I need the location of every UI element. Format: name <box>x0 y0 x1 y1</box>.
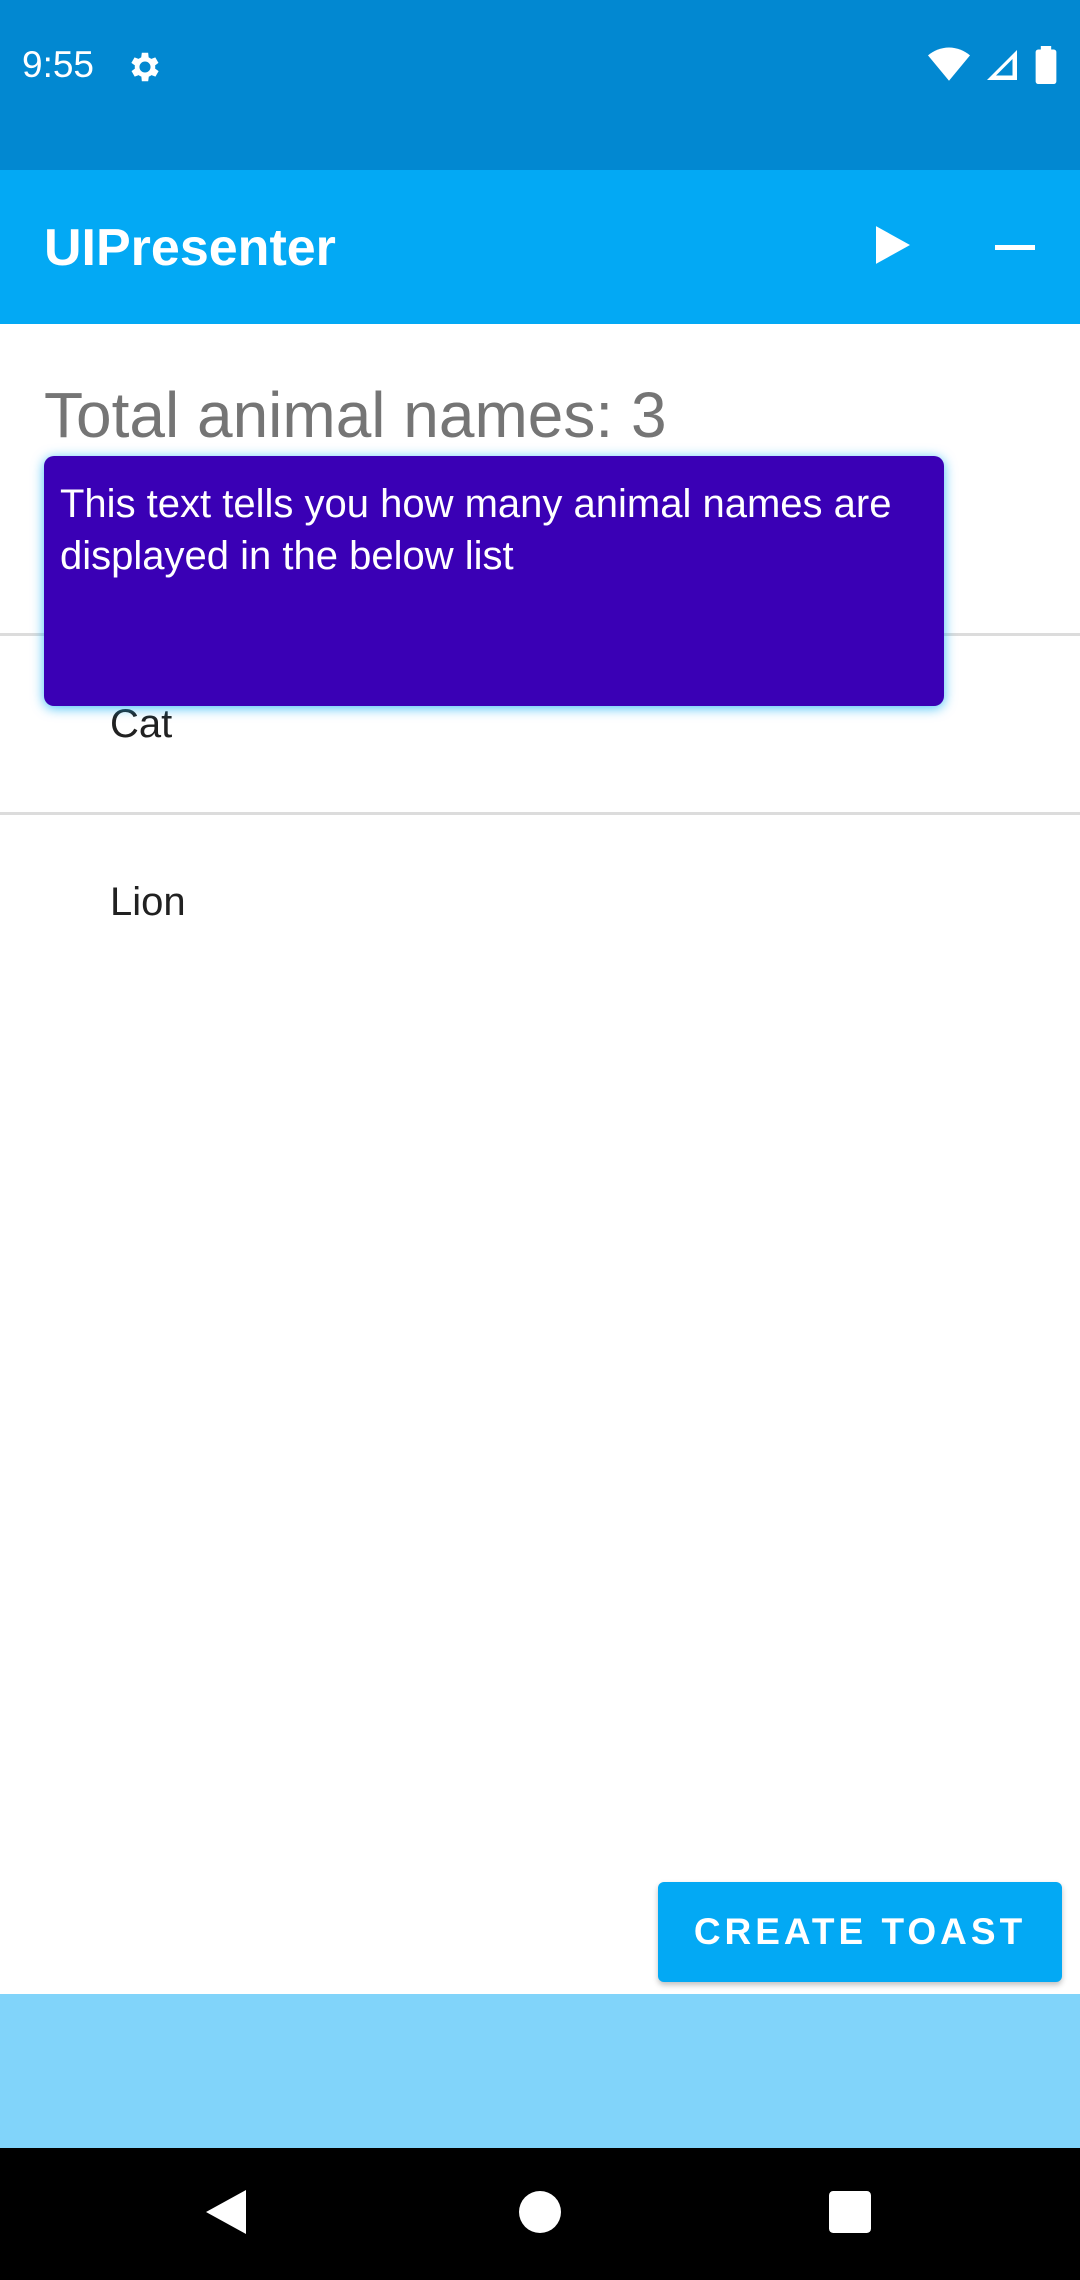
minus-button[interactable] <box>980 212 1050 282</box>
battery-icon <box>1034 46 1058 89</box>
list-item[interactable]: Lion <box>110 880 186 925</box>
home-icon <box>519 2190 561 2238</box>
minus-icon <box>995 238 1035 256</box>
status-time: 9:55 <box>22 44 95 85</box>
tooltip: This text tells you how many animal name… <box>44 456 944 706</box>
gear-icon <box>126 48 164 86</box>
status-icons <box>928 46 1058 89</box>
bottom-panel <box>0 1994 1080 2148</box>
recents-button[interactable] <box>814 2178 886 2250</box>
play-button[interactable] <box>858 212 928 282</box>
navigation-bar <box>0 2148 1080 2280</box>
recents-icon <box>829 2190 871 2238</box>
play-icon <box>876 225 910 269</box>
list-divider <box>0 812 1080 815</box>
total-count-label: Total animal names: 3 <box>44 379 667 451</box>
back-icon <box>206 2189 246 2239</box>
back-button[interactable] <box>190 2178 262 2250</box>
list-item[interactable]: Cat <box>110 702 172 747</box>
signal-icon <box>984 47 1020 88</box>
home-button[interactable] <box>504 2178 576 2250</box>
wifi-icon <box>928 47 970 88</box>
create-toast-button[interactable]: CREATE TOAST <box>658 1882 1062 1982</box>
app-bar: UIPresenter <box>0 170 1080 324</box>
status-bar: 9:55 <box>0 0 1080 170</box>
app-title: UIPresenter <box>44 219 336 277</box>
